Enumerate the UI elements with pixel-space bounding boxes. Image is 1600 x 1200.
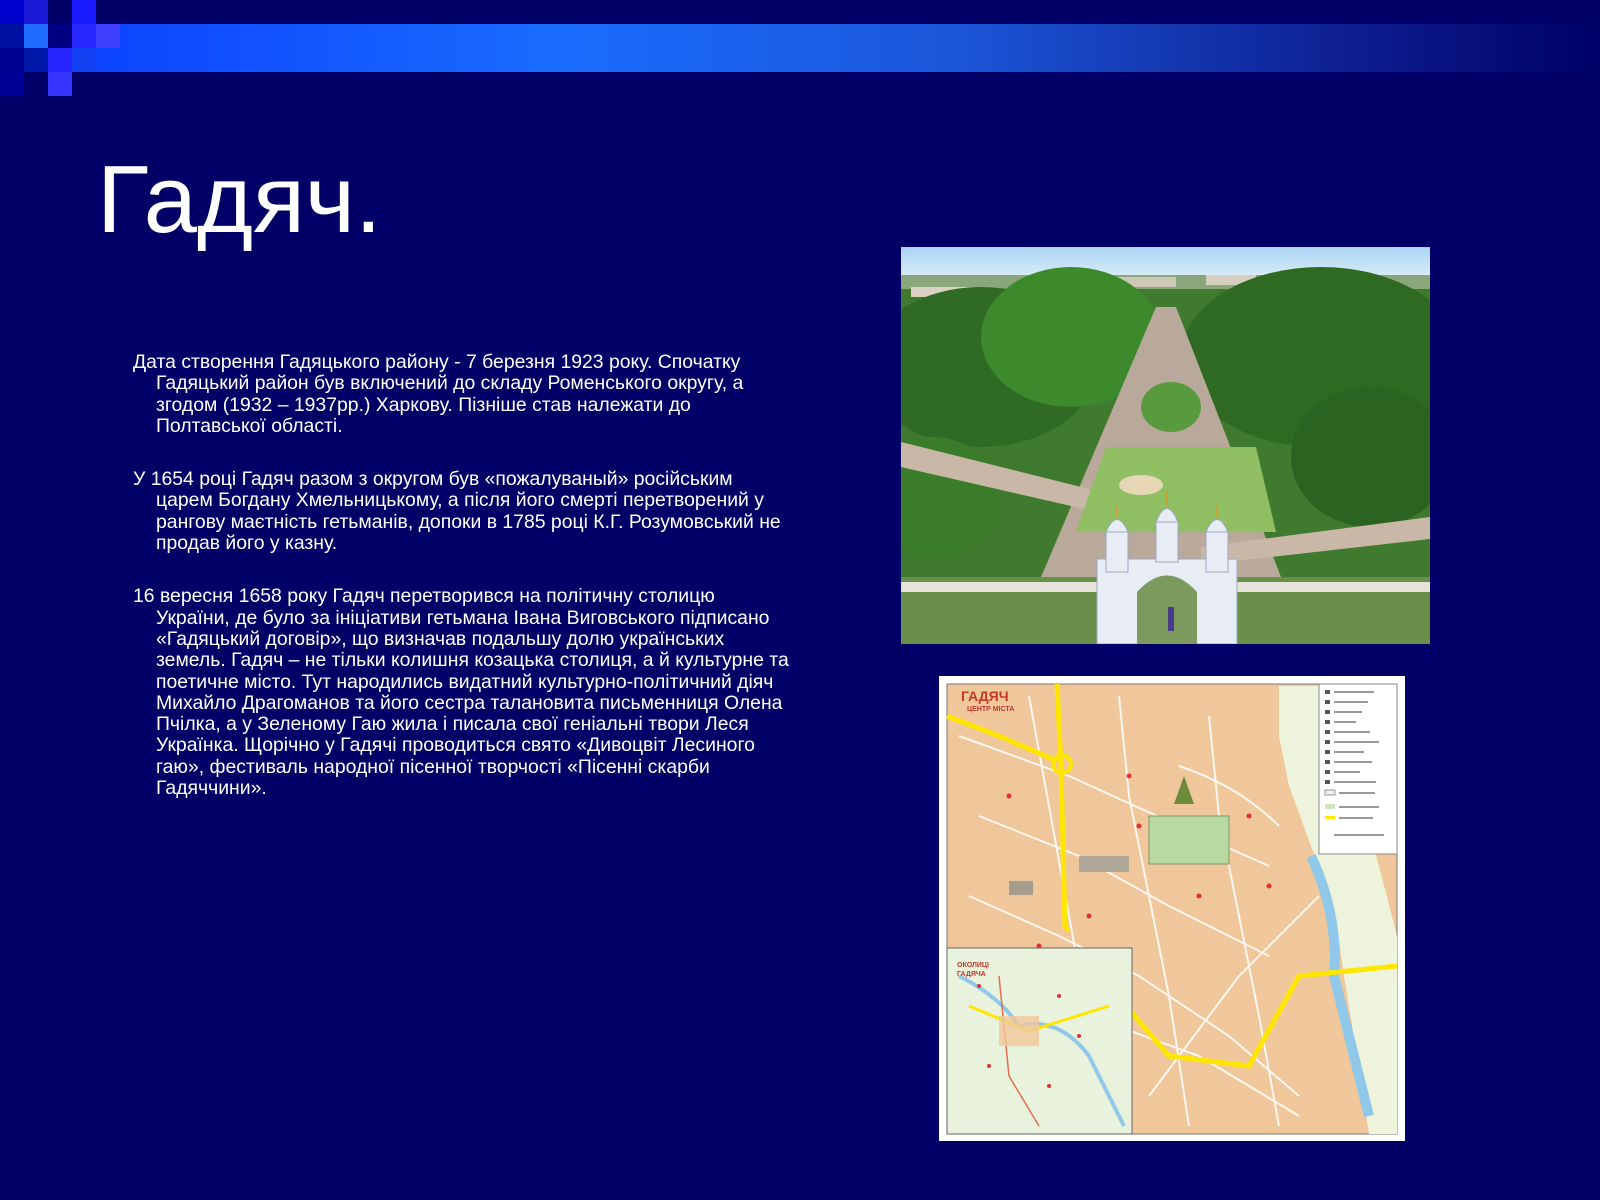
- accent-square: [96, 24, 120, 48]
- accent-square: [24, 48, 48, 72]
- city-map: ГАДЯЧ ЦЕНТР МІСТА ОКОЛИЦІ ГАДЯЧА: [939, 676, 1405, 1141]
- accent-square: [72, 24, 96, 48]
- map-inset-title-line2: ГАДЯЧА: [957, 971, 986, 978]
- accent-square: [0, 48, 24, 72]
- map-inset-title-line1: ОКОЛИЦІ: [957, 962, 989, 969]
- accent-square: [0, 0, 24, 24]
- paragraph-1654-history: У 1654 році Гадяч разом з округом був «п…: [133, 468, 781, 555]
- map-title: ГАДЯЧ: [961, 688, 1009, 704]
- accent-square: [72, 48, 96, 72]
- map-inset-title: ОКОЛИЦІ ГАДЯЧА: [957, 961, 989, 979]
- slide-body: Дата створення Гадяцького району - 7 бер…: [133, 351, 793, 831]
- accent-square: [0, 72, 24, 96]
- slide-title: Гадяч.: [97, 146, 382, 253]
- accent-square: [48, 72, 72, 96]
- paragraph-1658-history: 16 вересня 1658 року Гадяч перетворився …: [133, 585, 789, 800]
- accent-square: [48, 48, 72, 72]
- accent-square: [24, 0, 48, 24]
- paragraph-district-history: Дата створення Гадяцького району - 7 бер…: [133, 351, 744, 437]
- accent-square: [24, 24, 48, 48]
- accent-square: [72, 0, 96, 24]
- map-subtitle: ЦЕНТР МІСТА: [967, 706, 1015, 713]
- park-aerial-photo: [901, 247, 1430, 644]
- accent-square: [0, 24, 24, 48]
- accent-square: [48, 24, 72, 48]
- top-accent-band: [0, 24, 1600, 72]
